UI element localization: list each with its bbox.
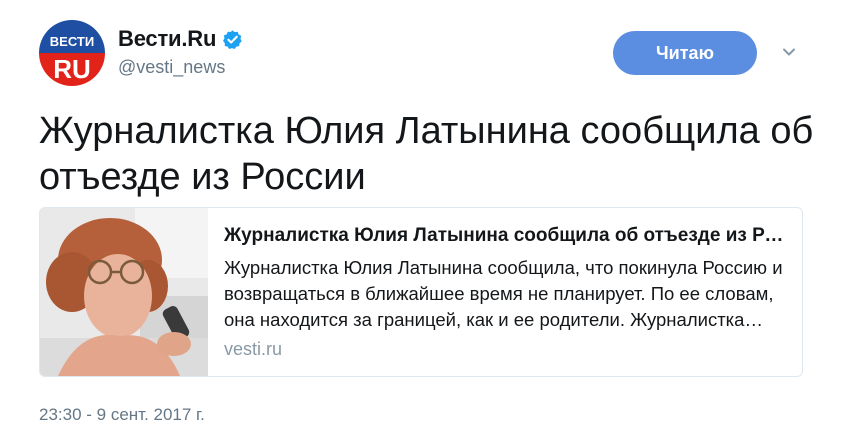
avatar-top-text: ВЕСТИ [50, 34, 94, 49]
link-card[interactable]: Журналистка Юлия Латынина сообщила об от… [39, 207, 803, 377]
chevron-down-icon[interactable] [781, 44, 797, 60]
avatar-bottom-text: RU [53, 54, 91, 84]
tweet-timestamp[interactable]: 23:30 - 9 сент. 2017 г. [39, 405, 205, 425]
verified-badge-icon [222, 29, 243, 50]
card-thumbnail-image[interactable] [40, 208, 208, 376]
tweet-text: Журналистка Юлия Латынина сообщила об от… [39, 110, 814, 198]
following-button[interactable]: Читаю [613, 31, 757, 75]
card-body: Журналистка Юлия Латынина сообщила об от… [208, 208, 802, 376]
account-avatar[interactable]: ВЕСТИ RU [39, 20, 105, 86]
card-domain: vesti.ru [224, 339, 283, 359]
account-handle[interactable]: @vesti_news [118, 57, 225, 78]
card-description: Журналистка Юлия Латынина сообщила, что … [224, 257, 783, 330]
account-name-row: Вести.Ru [118, 26, 243, 52]
card-title[interactable]: Журналистка Юлия Латынина сообщила об от… [224, 224, 788, 248]
account-display-name[interactable]: Вести.Ru [118, 26, 216, 52]
